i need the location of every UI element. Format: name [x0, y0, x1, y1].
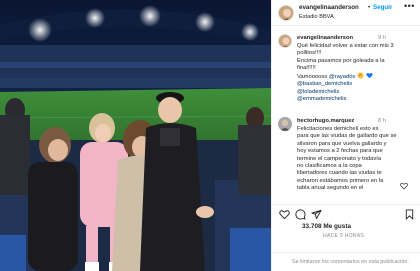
- bookmark-icon[interactable]: [404, 209, 415, 220]
- caption-author-avatar[interactable]: [278, 34, 292, 48]
- caption-line-vamos: Vamooooss @rayados: [297, 72, 415, 81]
- comment-text: Felicitaciones demicheli esto es para qu…: [297, 126, 401, 193]
- comments-disabled-notice: Se limitaron los comentarios en esta pub…: [272, 252, 420, 271]
- author-username[interactable]: evangelinaanderson: [299, 4, 359, 11]
- post-actions-bar: [272, 204, 420, 224]
- comment-line: hoy estamos a 2 fechas para que: [297, 148, 383, 155]
- comment-icon[interactable]: [295, 209, 306, 220]
- comments-list[interactable]: evangelinaanderson 9 h Qué felicidad vol…: [272, 27, 420, 207]
- share-icon[interactable]: [311, 209, 322, 220]
- author-avatar[interactable]: [278, 5, 294, 21]
- avatar-image: [279, 6, 293, 20]
- caption-line: pollitos!!!!: [297, 50, 322, 57]
- mention-emma[interactable]: @emmademichelis: [297, 96, 415, 103]
- comment-author-avatar[interactable]: [278, 117, 292, 131]
- comment-line: libertadores cuando las viudas te: [297, 170, 382, 177]
- location-link[interactable]: Estadio BBVA: [299, 14, 334, 20]
- mention-bastian[interactable]: @bastian_demichelis: [297, 81, 415, 88]
- comment-like-heart-icon[interactable]: [400, 182, 408, 190]
- separator-dot: •: [368, 4, 371, 11]
- caption-username[interactable]: evangelinaanderson: [297, 35, 353, 41]
- post-header: evangelinaanderson • Seguir Estadio BBVA…: [272, 0, 420, 26]
- caption-vamos-text: Vamooooss: [297, 74, 328, 81]
- mention-rayados[interactable]: @rayados: [329, 74, 356, 80]
- avatar-image: [278, 117, 292, 131]
- likes-count[interactable]: 33.708 Me gusta: [302, 223, 351, 230]
- comment-line: echaron estábamos primero en la: [297, 177, 384, 184]
- caption-line: Encima pasamos por goleada a la: [297, 57, 385, 64]
- comment-timestamp: 8 h: [378, 118, 387, 124]
- comments-disabled-text: Se limitaron los comentarios en esta pub…: [292, 259, 409, 265]
- post-photo[interactable]: [0, 0, 271, 271]
- comment-username[interactable]: hectorhugo.marquez: [297, 118, 354, 124]
- follow-button[interactable]: Seguir: [373, 4, 392, 11]
- caption-text: Qué felicidad volver a estar con mis 3 p…: [297, 43, 415, 103]
- mention-lola[interactable]: @lolademichelis: [297, 89, 415, 96]
- comment-line: para que las viudas de gallardo que se: [297, 133, 397, 140]
- flexed-arm-emoji-icon: [357, 72, 364, 79]
- comment-line: termine el campeonato y todavía: [297, 155, 382, 162]
- stadium-family-photo: [0, 0, 271, 271]
- blue-heart-emoji-icon: [366, 73, 373, 79]
- avatar-image: [279, 35, 291, 47]
- caption-line: Qué felicidad volver a estar con mis 3: [297, 43, 394, 49]
- heart-icon[interactable]: [279, 209, 290, 220]
- post-sidebar: evangelinaanderson • Seguir Estadio BBVA…: [271, 0, 420, 271]
- comment-line: no clasificamos a la copa: [297, 163, 362, 170]
- comment-line: Felicitaciones demicheli esto es: [297, 126, 379, 132]
- comment-line: tabla anual segundo en el: [297, 185, 364, 192]
- caption-line: final!!!!!: [297, 64, 316, 71]
- more-horizontal-icon[interactable]: •••: [404, 1, 415, 11]
- post-date[interactable]: HACE 9 HORAS: [323, 233, 364, 239]
- caption-timestamp: 9 h: [378, 35, 387, 41]
- comment-line: silvaron para que vuelva gallardo y: [297, 140, 387, 147]
